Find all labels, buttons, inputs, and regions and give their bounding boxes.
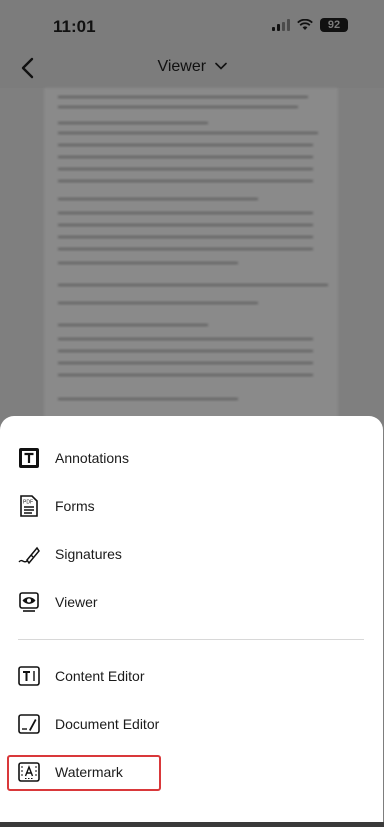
wifi-icon — [297, 19, 313, 30]
menu-item-signatures[interactable]: Signatures — [14, 536, 354, 572]
menu-item-label: Forms — [55, 498, 95, 514]
status-indicators: 92 — [272, 18, 348, 32]
svg-text:PDF: PDF — [23, 500, 33, 506]
menu-item-content-editor[interactable]: Content Editor — [14, 658, 354, 694]
eye-viewer-icon — [16, 589, 42, 615]
menu-item-label: Signatures — [55, 546, 122, 562]
nav-title: Viewer — [157, 58, 207, 75]
pdf-forms-icon: PDF — [16, 493, 42, 519]
menu-item-annotations[interactable]: Annotations — [14, 440, 354, 476]
chevron-down-icon — [214, 62, 227, 70]
document-preview — [0, 88, 384, 438]
menu-item-label: Content Editor — [55, 668, 145, 684]
annotations-icon — [16, 445, 42, 471]
tools-menu-sheet: Annotations PDF Forms Signatures Viewer … — [0, 416, 383, 822]
selection-highlight-box — [7, 755, 161, 791]
menu-item-document-editor[interactable]: Document Editor — [14, 706, 354, 742]
menu-item-forms[interactable]: PDF Forms — [14, 488, 354, 524]
status-time: 11:01 — [53, 17, 96, 36]
pdf-page — [44, 88, 338, 428]
text-editor-icon — [16, 663, 42, 689]
viewer-mode-dropdown[interactable]: Viewer — [0, 58, 384, 76]
bottom-edge — [0, 822, 384, 827]
menu-item-label: Document Editor — [55, 716, 160, 732]
battery-indicator: 92 — [320, 18, 348, 32]
menu-item-label: Viewer — [55, 594, 98, 610]
menu-divider — [18, 639, 364, 640]
menu-item-viewer[interactable]: Viewer — [14, 584, 354, 620]
document-editor-icon — [16, 711, 42, 737]
menu-item-label: Annotations — [55, 450, 129, 466]
cellular-signal-icon — [272, 19, 290, 31]
signature-pen-icon — [16, 541, 42, 567]
top-bar: 11:01 92 Viewer — [0, 0, 384, 88]
